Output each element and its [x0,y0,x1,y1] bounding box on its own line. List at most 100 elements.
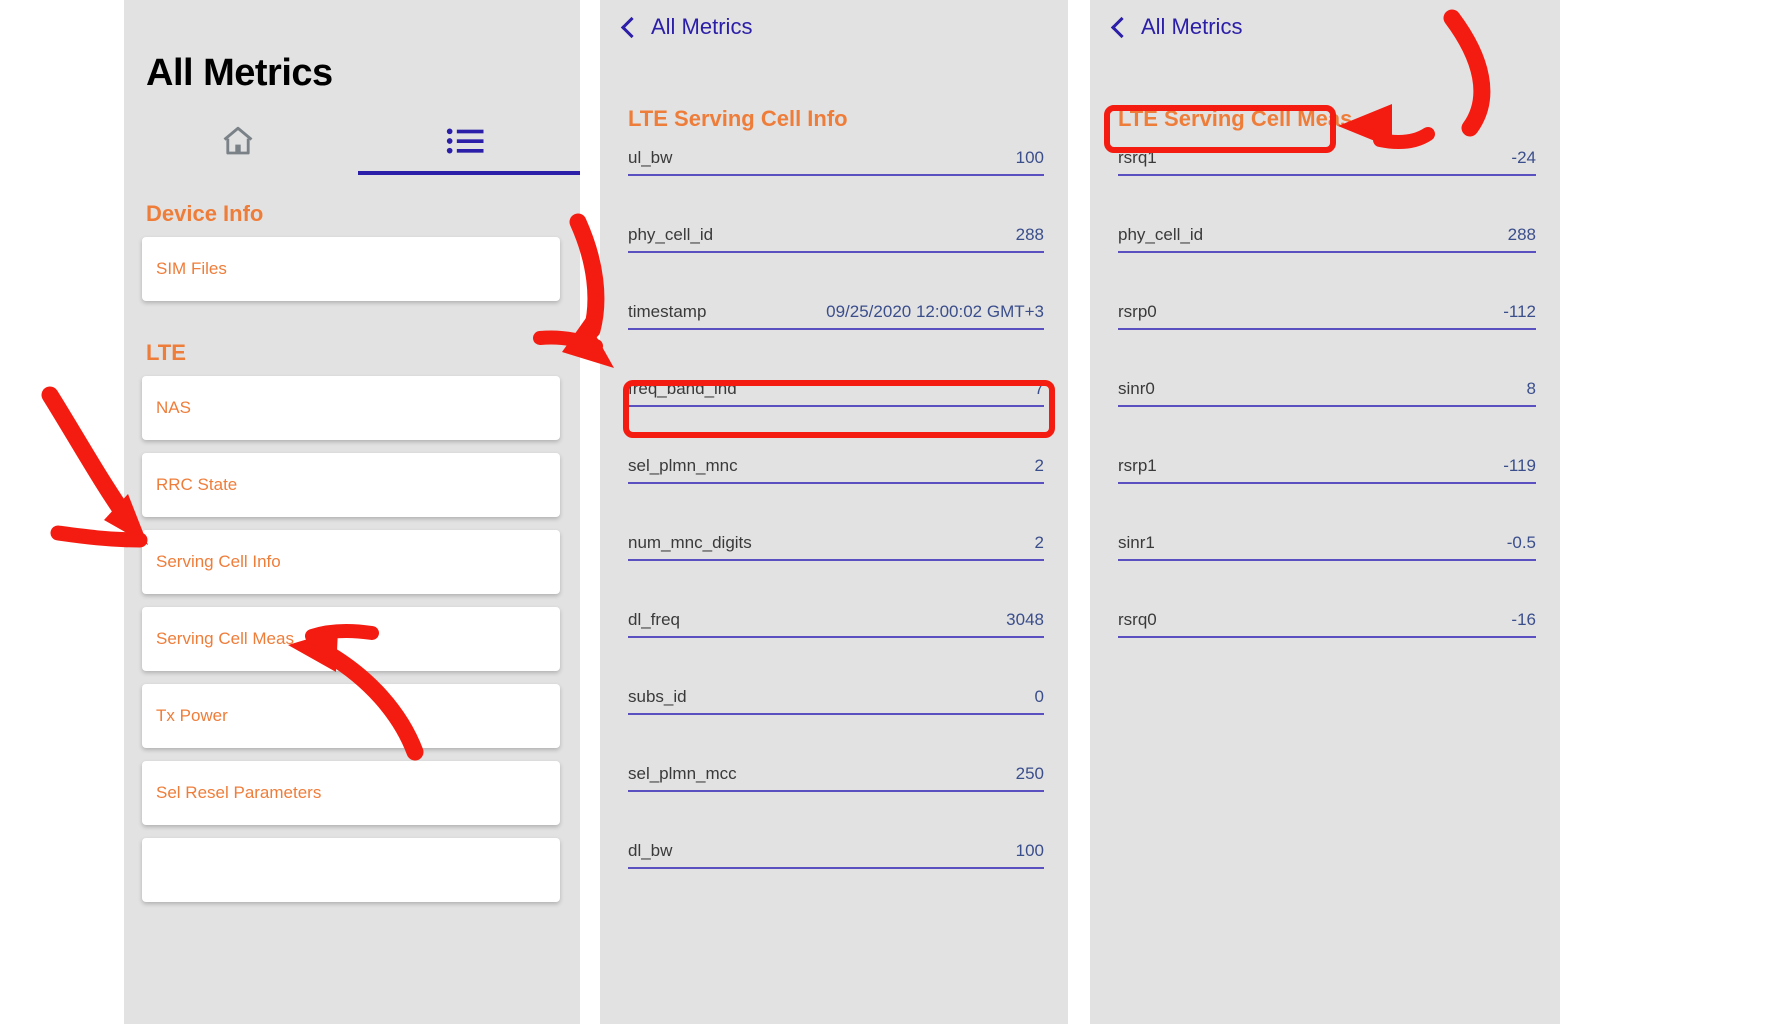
row-rule [1118,559,1536,561]
metric-row-rsrq1[interactable]: rsrq1 -24 [1118,148,1536,225]
metric-key: sel_plmn_mnc [628,456,738,475]
metric-key: rsrp1 [1118,456,1157,475]
metric-row-rsrq0[interactable]: rsrq0 -16 [1118,610,1536,687]
list-item-partial[interactable] [142,838,560,902]
metric-key: dl_freq [628,610,680,629]
list-item-label: RRC State [156,475,238,494]
list-icon [446,127,486,155]
list-item-label: Sel Resel Parameters [156,783,322,802]
list-item-label: NAS [156,398,191,417]
row-rule [628,713,1044,715]
metric-value: 288 [1015,225,1044,244]
lte-serving-cell-meas-panel: All Metrics LTE Serving Cell Meas rsrq1 … [1090,0,1560,1024]
metric-row-rsrp1[interactable]: rsrp1 -119 [1118,456,1536,533]
metric-row-freq-band-ind[interactable]: freq_band_ind 7 [628,379,1044,456]
metric-value: 100 [1015,841,1044,860]
row-rule [628,867,1044,869]
row-rule [628,790,1044,792]
metric-key: sel_plmn_mcc [628,764,737,783]
row-rule [1118,174,1536,176]
all-metrics-panel: All Metrics Device Info SIM Files LTE NA… [124,0,580,1024]
metric-value: 2 [1034,456,1044,475]
metric-key: sinr0 [1118,379,1155,398]
list-item-tx-power[interactable]: Tx Power [142,684,560,748]
metric-value: -119 [1503,456,1536,475]
list-item-rrc-state[interactable]: RRC State [142,453,560,517]
metric-row-sinr0[interactable]: sinr0 8 [1118,379,1536,456]
metric-row-sel-plmn-mcc[interactable]: sel_plmn_mcc 250 [628,764,1044,841]
back-button[interactable]: All Metrics [600,0,1068,40]
metric-row-dl-bw[interactable]: dl_bw 100 [628,841,1044,918]
metric-row-phy-cell-id[interactable]: phy_cell_id 288 [1118,225,1536,302]
section-heading-device-info: Device Info [146,201,264,226]
metric-value: 288 [1507,225,1536,244]
list-item-sim-files[interactable]: SIM Files [142,237,560,301]
list-item-sel-resel-parameters[interactable]: Sel Resel Parameters [142,761,560,825]
page-title: All Metrics [146,52,333,94]
row-rule [628,636,1044,638]
metric-key: rsrq0 [1118,610,1157,629]
row-rule [628,251,1044,253]
metric-row-sel-plmn-mnc[interactable]: sel_plmn_mnc 2 [628,456,1044,533]
metric-key: phy_cell_id [628,225,714,244]
section-heading-lte: LTE [146,340,186,365]
metric-value: 8 [1526,379,1536,398]
metric-row-ul-bw[interactable]: ul_bw 100 [628,148,1044,225]
chevron-left-icon [620,16,643,38]
row-rule [1118,251,1536,253]
tab-bar [124,107,580,175]
metric-row-subs-id[interactable]: subs_id 0 [628,687,1044,764]
metric-value: 2 [1034,533,1044,552]
metric-row-num-mnc-digits[interactable]: num_mnc_digits 2 [628,533,1044,610]
list-item-label: SIM Files [156,259,227,278]
metric-row-rsrp0[interactable]: rsrp0 -112 [1118,302,1536,379]
list-item-label: Tx Power [156,706,228,725]
metric-key: rsrp0 [1118,302,1157,321]
metric-key: rsrq1 [1118,148,1157,167]
detail-title: LTE Serving Cell Info [628,106,848,131]
metric-value: 100 [1015,148,1044,167]
metric-row-timestamp[interactable]: timestamp 09/25/2020 12:00:02 GMT+3 [628,302,1044,379]
row-rule [628,405,1044,407]
metric-key: num_mnc_digits [628,533,752,552]
metrics-list: ul_bw 100 phy_cell_id 288 timestamp 09/2… [600,132,1068,918]
screenshot-stage: All Metrics Device Info SIM Files LTE NA… [0,0,1780,1024]
lte-serving-cell-info-panel: All Metrics LTE Serving Cell Info ul_bw … [600,0,1068,1024]
tab-list[interactable] [352,107,580,175]
list-item-nas[interactable]: NAS [142,376,560,440]
metric-value: -0.5 [1506,533,1536,552]
detail-title: LTE Serving Cell Meas [1118,106,1353,131]
metric-row-sinr1[interactable]: sinr1 -0.5 [1118,533,1536,610]
back-label: All Metrics [1141,14,1243,39]
metric-key: ul_bw [628,148,673,167]
metric-value: -24 [1511,148,1536,167]
metric-key: subs_id [628,687,687,706]
metric-value: 3048 [1006,610,1044,629]
metric-key: dl_bw [628,841,673,860]
back-button[interactable]: All Metrics [1090,0,1560,40]
row-rule [628,482,1044,484]
metric-key: freq_band_ind [628,379,737,398]
tab-home[interactable] [124,107,352,175]
list-item-label: Serving Cell Info [156,552,281,571]
list-item-serving-cell-meas[interactable]: Serving Cell Meas [142,607,560,671]
home-icon [218,123,258,159]
list-item-label: Serving Cell Meas [156,629,294,648]
metric-row-phy-cell-id[interactable]: phy_cell_id 288 [628,225,1044,302]
row-rule [628,328,1044,330]
chevron-left-icon [1110,16,1133,38]
metric-value: -16 [1511,610,1536,629]
metric-key: sinr1 [1118,533,1155,552]
metric-row-dl-freq[interactable]: dl_freq 3048 [628,610,1044,687]
row-rule [628,174,1044,176]
metric-value: -112 [1503,302,1536,321]
metric-value: 7 [1034,379,1044,398]
tab-active-underline [358,171,580,175]
metric-key: phy_cell_id [1118,225,1204,244]
metric-value: 09/25/2020 12:00:02 GMT+3 [826,302,1044,321]
list-item-serving-cell-info[interactable]: Serving Cell Info [142,530,560,594]
metric-value: 250 [1015,764,1044,783]
row-rule [1118,636,1536,638]
row-rule [1118,482,1536,484]
metric-key: timestamp [628,302,707,321]
